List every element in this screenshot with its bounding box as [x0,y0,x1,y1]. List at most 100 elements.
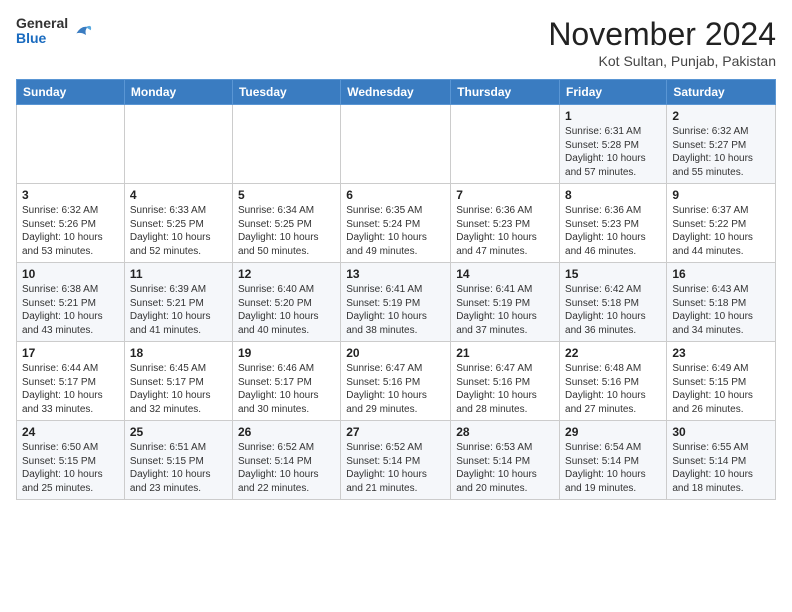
cell-info-text: Sunrise: 6:34 AM Sunset: 5:25 PM Dayligh… [238,204,335,258]
calendar-cell: 22 Sunrise: 6:48 AM Sunset: 5:16 PM Dayli… [560,342,667,421]
cell-info-text: Sunrise: 6:36 AM Sunset: 5:23 PM Dayligh… [565,204,661,258]
calendar-cell: 3 Sunrise: 6:32 AM Sunset: 5:26 PM Daylig… [17,184,125,263]
cell-info-text: Sunrise: 6:50 AM Sunset: 5:15 PM Dayligh… [22,441,119,495]
cell-info-text: Sunrise: 6:53 AM Sunset: 5:14 PM Dayligh… [456,441,554,495]
page-subtitle: Kot Sultan, Punjab, Pakistan [548,53,776,69]
cell-day-number: 19 [238,346,335,360]
cell-day-number: 21 [456,346,554,360]
calendar-cell: 4Sunrise: 6:33 AM Sunset: 5:25 PM Daylig… [124,184,232,263]
cell-day-number: 11 [130,267,227,281]
calendar-cell: 6 Sunrise: 6:35 AM Sunset: 5:24 PM Daylig… [341,184,451,263]
cell-day-number: 16 [672,267,770,281]
calendar-cell: 16 Sunrise: 6:43 AM Sunset: 5:18 PM Dayli… [667,263,776,342]
calendar-cell: 5 Sunrise: 6:34 AM Sunset: 5:25 PM Daylig… [232,184,340,263]
calendar-header-thursday: Thursday [451,80,560,105]
cell-info-text: Sunrise: 6:46 AM Sunset: 5:17 PM Dayligh… [238,362,335,416]
logo-blue: Blue [16,31,68,46]
cell-day-number: 1 [565,109,661,123]
cell-info-text: Sunrise: 6:44 AM Sunset: 5:17 PM Dayligh… [22,362,119,416]
cell-day-number: 6 [346,188,445,202]
cell-day-number: 13 [346,267,445,281]
cell-day-number: 4 [130,188,227,202]
cell-info-text: Sunrise: 6:48 AM Sunset: 5:16 PM Dayligh… [565,362,661,416]
header: General Blue November 2024 Kot Sultan, P… [16,16,776,69]
calendar-table: SundayMondayTuesdayWednesdayThursdayFrid… [16,79,776,500]
cell-info-text: Sunrise: 6:37 AM Sunset: 5:22 PM Dayligh… [672,204,770,258]
cell-info-text: Sunrise: 6:36 AM Sunset: 5:23 PM Dayligh… [456,204,554,258]
cell-info-text: Sunrise: 6:41 AM Sunset: 5:19 PM Dayligh… [346,283,445,337]
calendar-cell: 27 Sunrise: 6:52 AM Sunset: 5:14 PM Dayli… [341,421,451,500]
calendar-cell: 10 Sunrise: 6:38 AM Sunset: 5:21 PM Dayli… [17,263,125,342]
calendar-cell: 12 Sunrise: 6:40 AM Sunset: 5:20 PM Dayli… [232,263,340,342]
cell-day-number: 23 [672,346,770,360]
cell-info-text: Sunrise: 6:55 AM Sunset: 5:14 PM Dayligh… [672,441,770,495]
calendar-cell: 29 Sunrise: 6:54 AM Sunset: 5:14 PM Dayli… [560,421,667,500]
cell-info-text: Sunrise: 6:47 AM Sunset: 5:16 PM Dayligh… [456,362,554,416]
calendar-cell [451,105,560,184]
cell-info-text: Sunrise: 6:32 AM Sunset: 5:27 PM Dayligh… [672,125,770,179]
cell-day-number: 20 [346,346,445,360]
calendar-cell: 9 Sunrise: 6:37 AM Sunset: 5:22 PM Daylig… [667,184,776,263]
cell-day-number: 10 [22,267,119,281]
cell-day-number: 3 [22,188,119,202]
cell-day-number: 27 [346,425,445,439]
cell-info-text: Sunrise: 6:45 AM Sunset: 5:17 PM Dayligh… [130,362,227,416]
calendar-header-monday: Monday [124,80,232,105]
cell-day-number: 12 [238,267,335,281]
cell-info-text: Sunrise: 6:52 AM Sunset: 5:14 PM Dayligh… [238,441,335,495]
calendar-header-tuesday: Tuesday [232,80,340,105]
cell-day-number: 22 [565,346,661,360]
calendar-header-saturday: Saturday [667,80,776,105]
cell-info-text: Sunrise: 6:41 AM Sunset: 5:19 PM Dayligh… [456,283,554,337]
cell-day-number: 9 [672,188,770,202]
cell-day-number: 15 [565,267,661,281]
calendar-cell: 1 Sunrise: 6:31 AM Sunset: 5:28 PM Daylig… [560,105,667,184]
cell-day-number: 24 [22,425,119,439]
cell-day-number: 26 [238,425,335,439]
logo-text: General Blue [16,16,68,47]
calendar-header-row: SundayMondayTuesdayWednesdayThursdayFrid… [17,80,776,105]
calendar-cell: 21 Sunrise: 6:47 AM Sunset: 5:16 PM Dayli… [451,342,560,421]
cell-info-text: Sunrise: 6:32 AM Sunset: 5:26 PM Dayligh… [22,204,119,258]
calendar-header-wednesday: Wednesday [341,80,451,105]
cell-info-text: Sunrise: 6:43 AM Sunset: 5:18 PM Dayligh… [672,283,770,337]
cell-day-number: 8 [565,188,661,202]
cell-info-text: Sunrise: 6:40 AM Sunset: 5:20 PM Dayligh… [238,283,335,337]
calendar-week-row: 10 Sunrise: 6:38 AM Sunset: 5:21 PM Dayli… [17,263,776,342]
calendar-cell [17,105,125,184]
calendar-cell: 30 Sunrise: 6:55 AM Sunset: 5:14 PM Dayli… [667,421,776,500]
cell-day-number: 5 [238,188,335,202]
calendar-cell: 23Sunrise: 6:49 AM Sunset: 5:15 PM Dayli… [667,342,776,421]
cell-info-text: Sunrise: 6:39 AM Sunset: 5:21 PM Dayligh… [130,283,227,337]
cell-info-text: Sunrise: 6:35 AM Sunset: 5:24 PM Dayligh… [346,204,445,258]
calendar-cell: 26 Sunrise: 6:52 AM Sunset: 5:14 PM Dayli… [232,421,340,500]
cell-info-text: Sunrise: 6:31 AM Sunset: 5:28 PM Dayligh… [565,125,661,179]
cell-info-text: Sunrise: 6:52 AM Sunset: 5:14 PM Dayligh… [346,441,445,495]
calendar-header-sunday: Sunday [17,80,125,105]
calendar-cell: 11 Sunrise: 6:39 AM Sunset: 5:21 PM Dayli… [124,263,232,342]
cell-day-number: 29 [565,425,661,439]
calendar-week-row: 24 Sunrise: 6:50 AM Sunset: 5:15 PM Dayli… [17,421,776,500]
logo-general: General [16,16,68,31]
page-title: November 2024 [548,16,776,53]
cell-info-text: Sunrise: 6:42 AM Sunset: 5:18 PM Dayligh… [565,283,661,337]
cell-day-number: 30 [672,425,770,439]
calendar-cell: 20Sunrise: 6:47 AM Sunset: 5:16 PM Dayli… [341,342,451,421]
calendar-cell: 25Sunrise: 6:51 AM Sunset: 5:15 PM Dayli… [124,421,232,500]
calendar-cell: 8 Sunrise: 6:36 AM Sunset: 5:23 PM Daylig… [560,184,667,263]
cell-info-text: Sunrise: 6:38 AM Sunset: 5:21 PM Dayligh… [22,283,119,337]
calendar-header-friday: Friday [560,80,667,105]
cell-day-number: 18 [130,346,227,360]
calendar-cell: 19 Sunrise: 6:46 AM Sunset: 5:17 PM Dayli… [232,342,340,421]
calendar-cell: 7 Sunrise: 6:36 AM Sunset: 5:23 PM Daylig… [451,184,560,263]
cell-info-text: Sunrise: 6:51 AM Sunset: 5:15 PM Dayligh… [130,441,227,495]
calendar-cell: 15 Sunrise: 6:42 AM Sunset: 5:18 PM Dayli… [560,263,667,342]
calendar-cell [232,105,340,184]
cell-day-number: 2 [672,109,770,123]
cell-day-number: 7 [456,188,554,202]
calendar-week-row: 17 Sunrise: 6:44 AM Sunset: 5:17 PM Dayli… [17,342,776,421]
calendar-week-row: 3 Sunrise: 6:32 AM Sunset: 5:26 PM Daylig… [17,184,776,263]
logo: General Blue [16,16,94,47]
cell-info-text: Sunrise: 6:54 AM Sunset: 5:14 PM Dayligh… [565,441,661,495]
cell-day-number: 17 [22,346,119,360]
